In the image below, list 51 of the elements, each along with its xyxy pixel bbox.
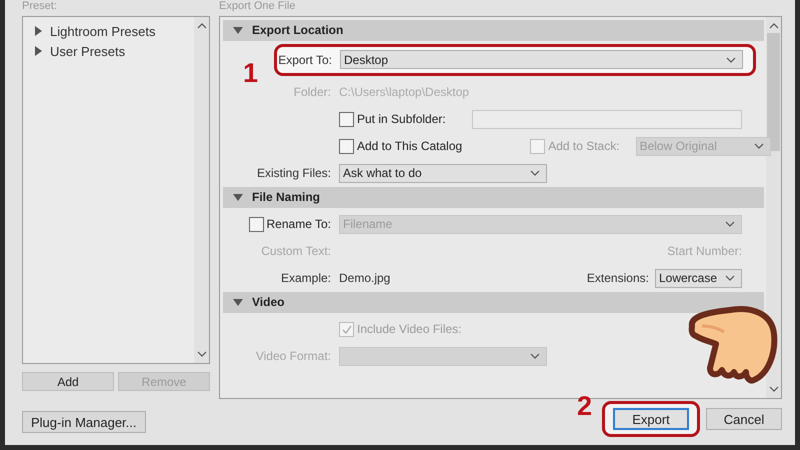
checkmark-icon: [342, 324, 352, 334]
panel-label: Export One File: [219, 0, 296, 14]
chevron-down-icon: [530, 170, 540, 176]
checkbox[interactable]: [339, 138, 354, 154]
field-value: C:\Users\laptop\Desktop: [339, 85, 470, 100]
chevron-up-icon: [196, 23, 206, 29]
dropdown[interactable]: Lowercase: [654, 268, 742, 288]
preset-button[interactable]: Add: [22, 372, 114, 391]
field-value: Demo.jpg: [339, 271, 390, 286]
field-label: Example:: [280, 271, 331, 286]
field-label: Extensions:: [586, 271, 649, 286]
field-label: Existing Files:: [256, 166, 331, 180]
preset-folder[interactable]: User Presets: [33, 41, 194, 61]
field-label: Video Format:: [256, 349, 331, 364]
checkbox-label: Include Video Files:: [357, 322, 462, 336]
section-header[interactable]: Export Location: [223, 20, 764, 41]
triangle-down-icon: [233, 25, 243, 36]
plugin-manager-button[interactable]: Plug-in Manager...: [22, 411, 146, 433]
dialog-button[interactable]: Export: [613, 408, 689, 430]
dropdown[interactable]: Ask what to do: [339, 164, 547, 183]
checkbox-label: Add to Stack:: [548, 139, 620, 154]
callout-number: 2: [577, 392, 592, 420]
field-label: Folder:: [294, 85, 331, 100]
triangle-down-icon: [233, 192, 243, 202]
field-label: Custom Text:: [261, 244, 331, 258]
callout-number: 1: [243, 58, 258, 87]
dialog-button[interactable]: Cancel: [706, 408, 782, 430]
field-label: Export To:: [278, 52, 332, 67]
checkbox[interactable]: [248, 216, 264, 232]
chevron-down-icon: [726, 56, 736, 63]
checkbox-label: Add to This Catalog: [357, 139, 462, 154]
chevron-down-icon: [725, 275, 735, 282]
panel-label: Preset:: [22, 0, 58, 14]
chevron-up-icon: [768, 22, 778, 29]
field-label: Start Number:: [667, 244, 742, 258]
text-field[interactable]: [472, 110, 742, 129]
chevron-down-icon: [754, 143, 764, 150]
section-header[interactable]: File Naming: [223, 186, 764, 208]
preset-folder[interactable]: Lightroom Presets: [33, 21, 194, 41]
checkbox-label: Put in Subfolder:: [357, 112, 446, 126]
chevron-down-icon: [530, 353, 540, 360]
triangle-down-icon: [233, 297, 243, 308]
chevron-down-icon: [725, 221, 735, 228]
checkbox[interactable]: [339, 112, 354, 127]
chevron-down-icon: [196, 351, 206, 357]
checkbox-label: Rename To:: [266, 217, 331, 232]
scrollbar[interactable]: [194, 17, 209, 363]
scrollbar-thumb[interactable]: [767, 32, 780, 151]
section-header[interactable]: Video: [223, 292, 764, 313]
dropdown[interactable]: Desktop: [340, 50, 743, 70]
chevron-down-icon: [768, 386, 778, 392]
